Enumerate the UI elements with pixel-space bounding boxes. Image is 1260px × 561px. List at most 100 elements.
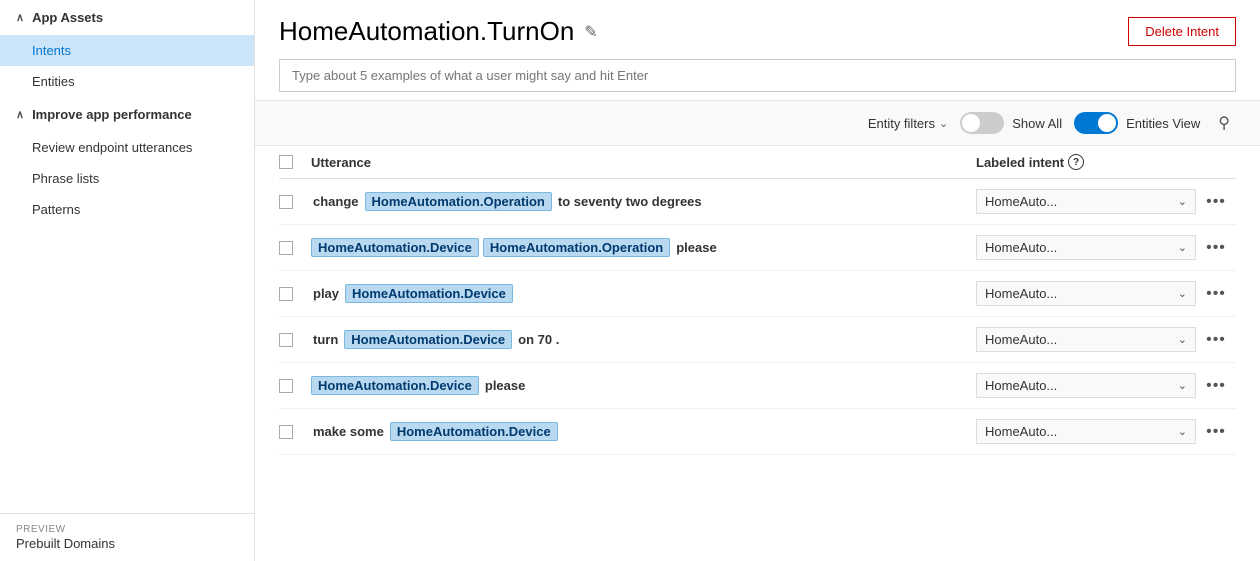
- entity-filters-label: Entity filters: [868, 116, 935, 131]
- more-actions-button[interactable]: •••: [1206, 285, 1226, 303]
- labeled-intent-help-icon[interactable]: ?: [1068, 154, 1084, 170]
- entity-tag[interactable]: HomeAutomation.Device: [344, 330, 512, 349]
- row-checkbox-col: [279, 333, 311, 347]
- plain-text: turn: [311, 332, 340, 347]
- improve-section[interactable]: ∧ Improve app performance: [0, 97, 254, 132]
- plain-text: to seventy two degrees: [556, 194, 704, 209]
- utterance-rows-container: change HomeAutomation.Operation to seven…: [279, 179, 1236, 455]
- header-checkbox-col: [279, 155, 311, 169]
- entity-tag[interactable]: HomeAutomation.Operation: [483, 238, 670, 257]
- utterance-col-header: Utterance: [311, 155, 976, 170]
- row-checkbox[interactable]: [279, 425, 293, 439]
- row-checkbox[interactable]: [279, 379, 293, 393]
- app-assets-label: App Assets: [32, 10, 103, 25]
- plain-text: make some: [311, 424, 386, 439]
- utterance-text: change HomeAutomation.Operation to seven…: [311, 192, 976, 211]
- more-actions-button[interactable]: •••: [1206, 193, 1226, 211]
- sidebar-item-patterns[interactable]: Patterns: [0, 194, 254, 225]
- entities-view-toggle[interactable]: [1074, 112, 1118, 134]
- row-checkbox-col: [279, 379, 311, 393]
- labeled-intent-col-header: Labeled intent ?: [976, 154, 1196, 170]
- entities-view-toggle-group: Entities View: [1074, 112, 1200, 134]
- more-actions-button[interactable]: •••: [1206, 423, 1226, 441]
- row-actions-cell: •••: [1196, 193, 1236, 211]
- row-actions-cell: •••: [1196, 285, 1236, 303]
- intent-dropdown[interactable]: HomeAuto...⌄: [976, 281, 1196, 306]
- row-checkbox[interactable]: [279, 333, 293, 347]
- intent-dropdown-chevron-icon: ⌄: [1178, 425, 1187, 438]
- row-checkbox[interactable]: [279, 287, 293, 301]
- intent-dropdown[interactable]: HomeAuto...⌄: [976, 189, 1196, 214]
- row-actions-cell: •••: [1196, 423, 1236, 441]
- select-all-checkbox[interactable]: [279, 155, 293, 169]
- intent-dropdown[interactable]: HomeAuto...⌄: [976, 327, 1196, 352]
- search-icon-button[interactable]: ⚲: [1212, 111, 1236, 135]
- utterance-text: play HomeAutomation.Device: [311, 284, 976, 303]
- show-all-label: Show All: [1012, 116, 1062, 131]
- entity-tag[interactable]: HomeAutomation.Device: [311, 238, 479, 257]
- entity-tag[interactable]: HomeAutomation.Device: [345, 284, 513, 303]
- entity-filters-button[interactable]: Entity filters ⌄: [868, 116, 948, 131]
- row-checkbox[interactable]: [279, 195, 293, 209]
- page-title: HomeAutomation.TurnOn ✎: [279, 16, 598, 47]
- more-actions-button[interactable]: •••: [1206, 239, 1226, 257]
- labeled-intent-cell: HomeAuto...⌄: [976, 419, 1196, 444]
- table-row: play HomeAutomation.Device HomeAuto...⌄ •…: [279, 271, 1236, 317]
- table-row: make some HomeAutomation.Device HomeAuto…: [279, 409, 1236, 455]
- sidebar-item-review[interactable]: Review endpoint utterances: [0, 132, 254, 163]
- intent-label: HomeAuto...: [985, 332, 1057, 347]
- entity-filters-chevron-icon: ⌄: [939, 117, 948, 130]
- labeled-intent-cell: HomeAuto...⌄: [976, 235, 1196, 260]
- labeled-intent-cell: HomeAuto...⌄: [976, 281, 1196, 306]
- prebuilt-domains-label: Prebuilt Domains: [16, 536, 115, 551]
- app-assets-chevron: ∧: [16, 11, 24, 24]
- row-checkbox[interactable]: [279, 241, 293, 255]
- table-header: Utterance Labeled intent ?: [279, 146, 1236, 179]
- utterance-text: HomeAutomation.Device HomeAutomation.Ope…: [311, 238, 976, 257]
- intent-dropdown[interactable]: HomeAuto...⌄: [976, 419, 1196, 444]
- more-actions-button[interactable]: •••: [1206, 331, 1226, 349]
- show-all-toggle-group: Show All: [960, 112, 1062, 134]
- sidebar-item-entities[interactable]: Entities: [0, 66, 254, 97]
- main-content: HomeAutomation.TurnOn ✎ Delete Intent En…: [255, 0, 1260, 561]
- labeled-intent-cell: HomeAuto... ⌄: [976, 373, 1196, 398]
- review-label: Review endpoint utterances: [32, 140, 192, 155]
- search-icon: ⚲: [1218, 115, 1230, 132]
- utterance-text: HomeAutomation.Device please: [311, 376, 976, 395]
- intent-dropdown-chevron-icon: ⌄: [1178, 379, 1187, 392]
- app-assets-section[interactable]: ∧ App Assets: [0, 0, 254, 35]
- row-actions-cell: •••: [1196, 331, 1236, 349]
- row-actions-cell: •••: [1196, 239, 1236, 257]
- more-actions-button[interactable]: •••: [1206, 377, 1226, 395]
- row-checkbox-col: [279, 425, 311, 439]
- sidebar-item-phrase[interactable]: Phrase lists: [0, 163, 254, 194]
- main-header: HomeAutomation.TurnOn ✎ Delete Intent: [255, 0, 1260, 59]
- intent-dropdown[interactable]: HomeAuto... ⌄: [976, 373, 1196, 398]
- utterance-search-input[interactable]: [279, 59, 1236, 92]
- intents-label: Intents: [32, 43, 71, 58]
- show-all-toggle[interactable]: [960, 112, 1004, 134]
- plain-text: please: [674, 240, 718, 255]
- intent-dropdown[interactable]: HomeAuto...⌄: [976, 235, 1196, 260]
- improve-label: Improve app performance: [32, 107, 192, 122]
- entities-view-label: Entities View: [1126, 116, 1200, 131]
- intent-dropdown-chevron-icon: ⌄: [1178, 195, 1187, 208]
- utterances-table: Utterance Labeled intent ? change HomeAu…: [255, 146, 1260, 561]
- entity-tag[interactable]: HomeAutomation.Device: [311, 376, 479, 395]
- entity-tag[interactable]: HomeAutomation.Operation: [365, 192, 552, 211]
- table-row: HomeAutomation.Device please HomeAuto...…: [279, 363, 1236, 409]
- entity-tag[interactable]: HomeAutomation.Device: [390, 422, 558, 441]
- utterance-text: turn HomeAutomation.Device on 70 .: [311, 330, 976, 349]
- prebuilt-domains-section[interactable]: PREVIEW Prebuilt Domains: [0, 513, 254, 561]
- patterns-label: Patterns: [32, 202, 80, 217]
- prebuilt-preview-label: PREVIEW: [16, 524, 238, 535]
- plain-text: play: [311, 286, 341, 301]
- phrase-label: Phrase lists: [32, 171, 99, 186]
- utterance-text: make some HomeAutomation.Device: [311, 422, 976, 441]
- sidebar-item-intents[interactable]: Intents: [0, 35, 254, 66]
- delete-intent-button[interactable]: Delete Intent: [1128, 17, 1236, 46]
- intent-label: HomeAuto...: [985, 286, 1057, 301]
- row-checkbox-col: [279, 195, 311, 209]
- edit-title-icon[interactable]: ✎: [584, 22, 597, 42]
- intent-label: HomeAuto...: [985, 378, 1057, 393]
